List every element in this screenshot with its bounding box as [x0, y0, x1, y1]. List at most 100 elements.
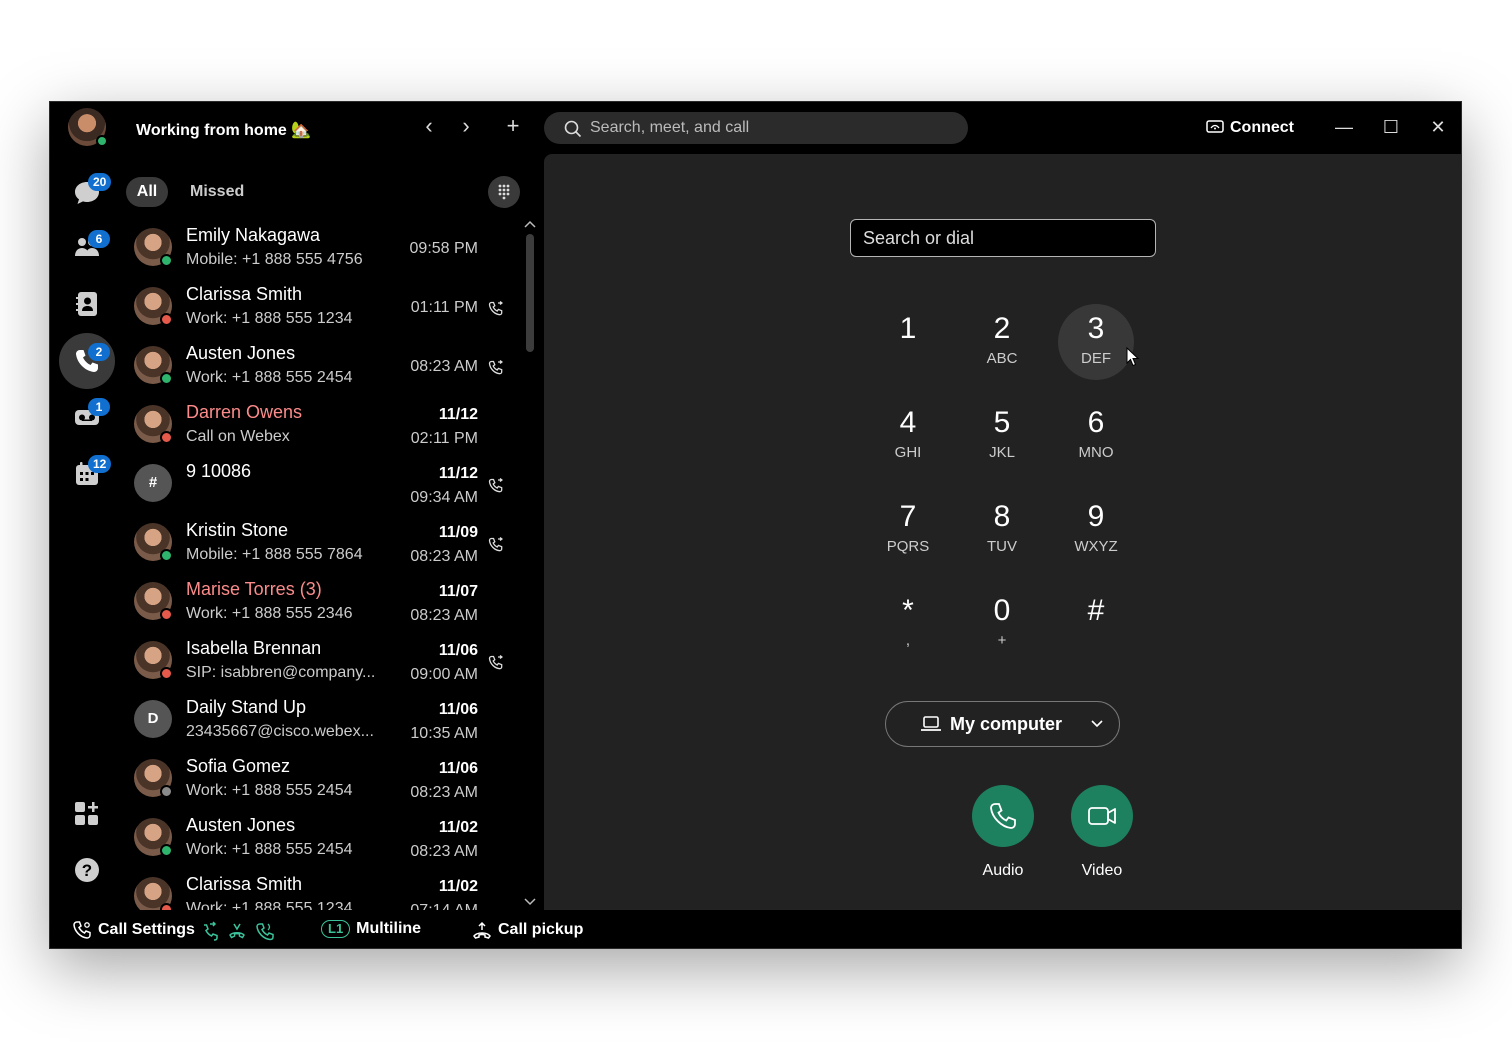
call-pickup-label: Call pickup [498, 921, 584, 938]
call-history-row[interactable]: Clarissa Smith Work: +1 888 555 1234 01:11… [126, 279, 522, 338]
dialpad-toggle-button[interactable] [488, 176, 520, 208]
contact-detail: SIP: isabbren@company... [186, 664, 376, 681]
presence-indicator [160, 785, 173, 798]
contact-detail: Call on Webex [186, 428, 290, 445]
svg-text:?: ? [82, 861, 92, 880]
dial-key-digit: 3 [1087, 312, 1105, 345]
contact-detail: Work: +1 888 555 2454 [186, 841, 353, 858]
plus-icon[interactable]: + [500, 114, 526, 140]
call-date: 11/12 [438, 465, 478, 482]
call-pickup-button[interactable]: Call pickup [472, 920, 583, 940]
dial-key[interactable]: 2 ABC [964, 304, 1040, 380]
call-list-scrollbar[interactable] [522, 216, 538, 910]
audio-call-button[interactable] [972, 785, 1034, 847]
back-arrow-icon[interactable]: ‹ [416, 114, 442, 140]
maximize-icon[interactable]: ☐ [1379, 116, 1403, 140]
dial-key-digit: 7 [899, 500, 917, 533]
call-forward-icon[interactable] [199, 921, 219, 941]
search-icon [564, 120, 582, 138]
minimize-icon[interactable]: — [1332, 116, 1356, 140]
dial-key[interactable]: 9 WXYZ [1058, 492, 1134, 568]
dial-key-digit: 9 [1087, 500, 1105, 533]
dial-key-letters: + [997, 632, 1007, 649]
single-number-reach-icon[interactable] [255, 921, 275, 941]
dial-key-digit: 5 [993, 406, 1011, 439]
voicemail-badge: 1 [88, 398, 110, 416]
filter-all-tab[interactable]: All [126, 177, 168, 207]
contact-avatar: # [134, 464, 172, 502]
dial-key-digit: 2 [993, 312, 1011, 345]
multiline-line-badge: L1 [321, 920, 351, 938]
dial-input[interactable] [850, 219, 1156, 257]
call-time: 08:23 AM [410, 784, 478, 801]
dial-key[interactable]: 8 TUV [964, 492, 1040, 568]
search-input[interactable] [590, 112, 950, 144]
status-message[interactable]: Working from home 🏡 [136, 120, 311, 140]
title-bar: Working from home 🏡 ‹ › + Connect — ☐ ✕ [50, 102, 1461, 154]
forward-arrow-icon[interactable]: › [453, 114, 479, 140]
dial-key-letters: , [905, 632, 911, 649]
contact-detail: Work: +1 888 555 2346 [186, 605, 353, 622]
multiline-button[interactable]: L1 Multiline [321, 920, 421, 938]
dial-key-letters: ABC [986, 350, 1018, 367]
dial-key[interactable]: *, [870, 586, 946, 662]
dial-key[interactable]: 0 + [964, 586, 1040, 662]
call-settings-button[interactable]: Call Settings [72, 920, 195, 940]
call-time: 07:14 AM [410, 902, 478, 910]
call-history-row[interactable]: Austen Jones Work: +1 888 555 2454 11/02 08… [126, 810, 522, 869]
call-history-row[interactable]: Sofia Gomez Work: +1 888 555 2454 11/06 08:… [126, 751, 522, 810]
presence-indicator [160, 254, 173, 267]
contact-name: Clarissa Smith [186, 874, 303, 894]
dial-key[interactable]: # [1058, 586, 1134, 662]
call-back-icon[interactable] [488, 478, 504, 494]
scroll-up-icon[interactable] [522, 218, 538, 230]
dialpad-icon [498, 184, 510, 200]
call-history-row[interactable]: #9 10086 11/12 09:34 AM [126, 456, 522, 515]
call-date: 11/06 [438, 760, 478, 777]
call-history-row[interactable]: Isabella Brennan SIP: isabbren@company...… [126, 633, 522, 692]
scroll-down-icon[interactable] [522, 896, 538, 908]
filter-missed-tab[interactable]: Missed [190, 183, 244, 201]
audio-call-label: Audio [982, 862, 1024, 879]
dial-key[interactable]: 5 JKL [964, 398, 1040, 474]
video-call-label: Video [1081, 862, 1123, 879]
dial-key[interactable]: 3 DEF [1058, 304, 1134, 380]
dial-key[interactable]: 7 PQRS [870, 492, 946, 568]
call-date: 11/06 [438, 701, 478, 718]
dial-key[interactable]: 4 GHI [870, 398, 946, 474]
presence-indicator [160, 844, 173, 857]
audio-device-selector[interactable]: My computer [885, 701, 1120, 747]
call-back-icon[interactable] [488, 301, 504, 317]
presence-indicator [160, 431, 173, 444]
connect-button[interactable]: Connect [1206, 119, 1294, 137]
call-history-row[interactable]: Austen Jones Work: +1 888 555 2454 08:23 A… [126, 338, 522, 397]
call-history-row[interactable]: Kristin Stone Mobile: +1 888 555 7864 11/0… [126, 515, 522, 574]
call-time: 09:34 AM [410, 489, 478, 506]
call-history-row[interactable]: Marise Torres (3) Work: +1 888 555 2346 11… [126, 574, 522, 633]
call-history-row[interactable]: D Daily Stand Up 23435667@cisco.webex... 11… [126, 692, 522, 751]
do-not-disturb-call-icon[interactable] [227, 921, 247, 941]
help-icon[interactable]: ? [72, 855, 102, 885]
global-search[interactable] [544, 112, 968, 144]
video-call-button[interactable] [1071, 785, 1133, 847]
call-back-icon[interactable] [488, 537, 504, 553]
call-history-row[interactable]: Emily Nakagawa Mobile: +1 888 555 4756 09:… [126, 220, 522, 279]
call-back-icon[interactable] [488, 360, 504, 376]
close-icon[interactable]: ✕ [1426, 116, 1450, 140]
dial-key-letters: TUV [987, 538, 1017, 555]
contact-name: Austen Jones [186, 343, 296, 363]
presence-indicator [160, 372, 173, 385]
call-history-row[interactable]: Clarissa Smith Work: +1 888 555 1234 11/02… [126, 869, 522, 910]
call-time: 01:11 PM [410, 299, 478, 316]
call-history-row[interactable]: Darren Owens Call on Webex 11/12 02:11 PM [126, 397, 522, 456]
dial-key[interactable]: 1 [870, 304, 946, 380]
dialer-panel: 1 2 ABC 3DEF 4GHI 5 JKL 6MNO 7PQRS8TUV9WXYZ *,0+#… [544, 154, 1461, 910]
dial-key-letters: JKL [989, 444, 1015, 461]
contacts-icon[interactable] [72, 289, 102, 319]
call-back-icon[interactable] [488, 655, 504, 671]
webex-window: Working from home 🏡 ‹ › + Connect — ☐ ✕ … [49, 101, 1462, 949]
scroll-thumb[interactable] [526, 234, 534, 352]
apps-icon[interactable] [72, 799, 102, 829]
dial-key[interactable]: 6 MNO [1058, 398, 1134, 474]
call-time: 09:58 PM [409, 240, 478, 257]
